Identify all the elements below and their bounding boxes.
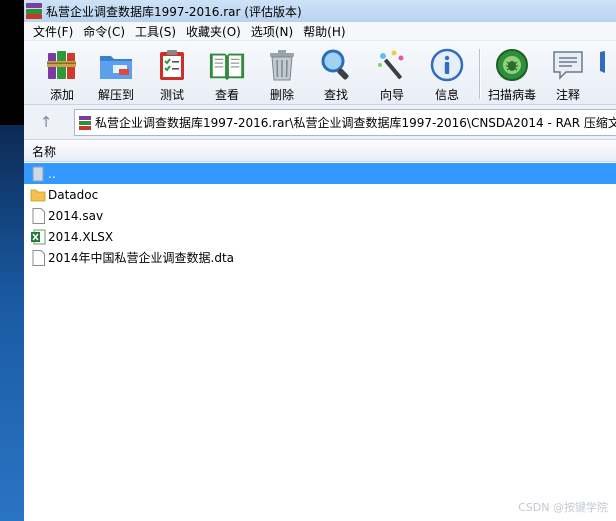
info-button[interactable]: 信息 [421,47,473,103]
magnifier-icon [317,47,355,83]
window-title: 私营企业调查数据库1997-2016.rar (评估版本) [46,4,302,19]
toolbar: 添加 解压到 测试 查看 删除 查找 向导 信息 扫描病毒 注释 [24,41,616,105]
winrar-archive-icon [79,115,91,130]
folder-extract-icon [97,47,135,83]
document-icon [30,249,46,266]
find-button[interactable]: 查找 [310,47,362,103]
trash-icon [263,47,301,83]
protect-button[interactable] [600,47,616,103]
virus-scan-icon [493,47,531,83]
clipboard-check-icon [153,47,191,83]
file-list: .. Datadoc 2014.sav 2014.XLSX 2014年中国私营企… [24,163,616,268]
menu-favorites[interactable]: 收藏夹(O) [181,23,246,40]
document-icon [30,207,46,224]
magic-wand-icon [373,47,411,83]
folder-icon [30,187,46,203]
books-icon [43,47,81,83]
comment-icon [549,47,587,83]
open-book-icon [208,47,246,83]
up-arrow-icon[interactable]: ↑ [34,111,58,133]
path-field[interactable]: 私营企业调查数据库1997-2016.rar\私营企业调查数据库1997-201… [74,109,616,136]
list-item-folder[interactable]: Datadoc [24,184,616,205]
shield-icon [600,47,616,85]
menu-options[interactable]: 选项(N) [246,23,298,40]
test-button[interactable]: 测试 [146,47,198,103]
column-header: 名称 [24,141,616,162]
excel-icon [30,229,46,245]
desktop-background [0,0,24,521]
address-bar: ↑ 私营企业调查数据库1997-2016.rar\私营企业调查数据库1997-2… [24,105,616,140]
view-button[interactable]: 查看 [201,47,253,103]
delete-button[interactable]: 删除 [256,47,308,103]
archive-path: 私营企业调查数据库1997-2016.rar\私营企业调查数据库1997-201… [95,116,616,130]
toolbar-separator [479,49,480,99]
info-icon [428,47,466,83]
parent-folder-icon [30,166,46,182]
scan-virus-button[interactable]: 扫描病毒 [484,47,540,103]
menu-commands[interactable]: 命令(C) [78,23,130,40]
winrar-app-icon [26,3,42,19]
menu-bar: 文件(F) 命令(C) 工具(S) 收藏夹(O) 选项(N) 帮助(H) [24,22,616,41]
file-name: 2014.sav [48,208,104,223]
winrar-window: 私营企业调查数据库1997-2016.rar (评估版本) 文件(F) 命令(C… [24,0,616,521]
list-item-file[interactable]: 2014.sav [24,205,616,226]
file-name: .. [48,166,56,181]
menu-file[interactable]: 文件(F) [28,23,78,40]
watermark: CSDN @按键学院 [518,501,608,514]
wizard-button[interactable]: 向导 [366,47,418,103]
extract-to-button[interactable]: 解压到 [90,47,142,103]
list-item-file[interactable]: 2014年中国私营企业调查数据.dta [24,247,616,268]
file-name: 2014.XLSX [48,229,114,244]
list-item-file[interactable]: 2014.XLSX [24,226,616,247]
name-column-header[interactable]: 名称 [32,143,56,160]
comment-button[interactable]: 注释 [542,47,594,103]
add-button[interactable]: 添加 [36,47,88,103]
menu-help[interactable]: 帮助(H) [298,23,350,40]
file-name: 2014年中国私营企业调查数据.dta [48,251,235,265]
list-item-parent-dir[interactable]: .. [24,163,616,184]
menu-tools[interactable]: 工具(S) [130,23,181,40]
title-bar[interactable]: 私营企业调查数据库1997-2016.rar (评估版本) [24,0,616,22]
file-name: Datadoc [48,187,99,202]
